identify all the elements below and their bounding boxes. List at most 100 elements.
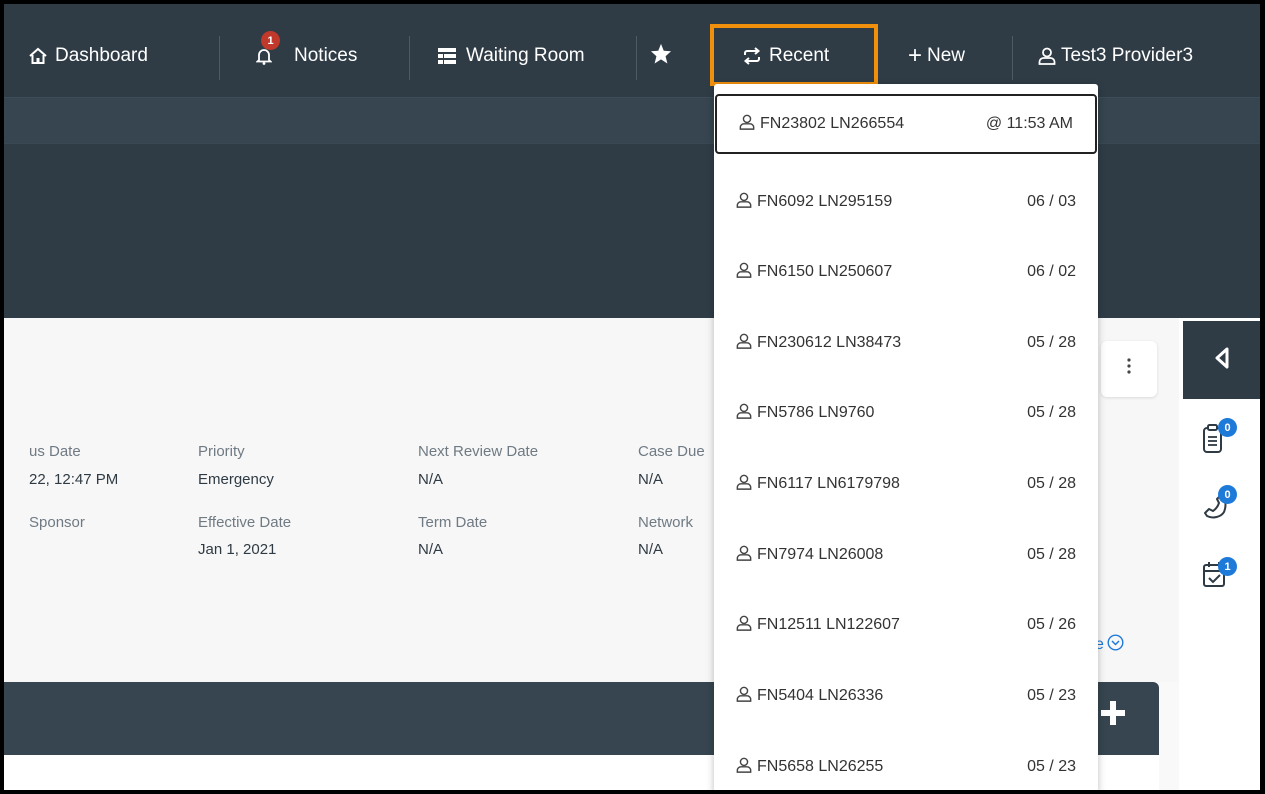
recent-member-name-group: FN6092 LN295159 <box>736 192 892 213</box>
recent-member-time: 05 / 23 <box>1027 758 1076 775</box>
recent-member-time: 05 / 28 <box>1027 404 1076 421</box>
star-icon <box>650 43 672 70</box>
nav-divider <box>219 36 220 80</box>
screenshot-frame: Dashboard 1 Notices Waiting Room Recent … <box>0 0 1265 794</box>
recent-member-time: 05 / 26 <box>1027 616 1076 633</box>
recent-member-name: FN7974 LN26008 <box>757 546 884 563</box>
app-screen: Dashboard 1 Notices Waiting Room Recent … <box>4 4 1260 790</box>
recent-member-time: 06 / 03 <box>1027 193 1076 210</box>
recent-member-item[interactable]: FN5786 LN9760 05 / 28 <box>714 383 1098 443</box>
recent-member-name-group: FN6150 LN250607 <box>736 262 892 283</box>
user-icon <box>736 757 757 778</box>
recent-member-name-group: FN5658 LN26255 <box>736 757 883 778</box>
user-icon <box>736 262 757 283</box>
plus-icon <box>1100 696 1126 734</box>
collapse-rail-button[interactable] <box>1183 321 1260 399</box>
nav-notices-label: Notices <box>294 45 358 66</box>
user-icon <box>739 114 760 135</box>
case-due-label: Case Due <box>638 443 705 460</box>
status-date-value: 22, 12:47 PM <box>29 471 119 488</box>
nav-user-menu[interactable]: Test3 Provider3 <box>1038 34 1193 78</box>
calendar-check-icon <box>1199 562 1235 596</box>
table-icon <box>438 48 456 64</box>
nav-new-label: New <box>927 45 966 66</box>
next-review-date-label: Next Review Date <box>418 443 539 460</box>
recent-member-name: FN5404 LN26336 <box>757 687 884 704</box>
recent-dropdown-menu: FN23802 LN266554 @ 11:53 AM FN6092 LN29515… <box>714 84 1098 790</box>
nav-new[interactable]: + New <box>908 34 965 78</box>
next-review-date-value: N/A <box>418 471 444 488</box>
recent-member-name: FN23802 LN266554 <box>760 115 905 132</box>
plus-icon: + <box>908 42 923 69</box>
calls-rail-button[interactable]: 0 <box>1199 484 1237 524</box>
effective-date-value: Jan 1, 2021 <box>198 541 277 558</box>
clipboard-icon <box>1199 424 1235 461</box>
more-options-button[interactable] <box>1101 341 1157 397</box>
nav-divider <box>636 36 637 80</box>
recent-member-name: FN5658 LN26255 <box>757 758 884 775</box>
recent-member-name-group: FN5404 LN26336 <box>736 686 883 707</box>
nav-dashboard-label: Dashboard <box>55 45 148 66</box>
recent-member-time: 05 / 28 <box>1027 546 1076 563</box>
nav-user-label: Test3 Provider3 <box>1061 45 1194 66</box>
priority-value: Emergency <box>198 471 274 488</box>
notes-badge: 0 <box>1218 418 1237 437</box>
notes-rail-button[interactable]: 0 <box>1199 417 1237 457</box>
user-icon <box>1038 47 1056 65</box>
caret-left-icon <box>1214 347 1230 374</box>
chevron-down-circle-icon <box>1107 634 1124 656</box>
tasks-rail-button[interactable]: 1 <box>1199 552 1237 592</box>
nav-dashboard[interactable]: Dashboard <box>28 34 148 78</box>
show-more-link[interactable]: e <box>1095 634 1124 656</box>
favorites-star[interactable] <box>650 34 672 78</box>
calls-badge: 0 <box>1218 485 1237 504</box>
recent-member-item[interactable]: FN6150 LN250607 06 / 02 <box>714 242 1098 302</box>
recent-member-name: FN230612 LN38473 <box>757 334 902 351</box>
recent-member-item[interactable]: FN5658 LN26255 05 / 23 <box>714 737 1098 790</box>
user-icon <box>736 403 757 424</box>
nav-waiting-room[interactable]: Waiting Room <box>438 34 585 78</box>
recent-member-name: FN12511 LN122607 <box>757 616 900 633</box>
recent-member-time: 05 / 28 <box>1027 334 1076 351</box>
recent-member-name: FN5786 LN9760 <box>757 404 875 421</box>
home-icon <box>28 47 48 65</box>
recent-member-time: @ 11:53 AM <box>985 115 1073 132</box>
recent-member-time: 05 / 23 <box>1027 687 1076 704</box>
recent-member-name-group: FN7974 LN26008 <box>736 545 883 566</box>
recent-member-item[interactable]: FN6117 LN6179798 05 / 28 <box>714 454 1098 514</box>
phone-icon <box>1199 494 1235 528</box>
nav-notices[interactable]: 1 Notices <box>256 31 358 78</box>
recent-member-name: FN6092 LN295159 <box>757 193 893 210</box>
sponsor-label: Sponsor <box>29 514 85 531</box>
user-icon <box>736 615 757 636</box>
status-date-label: us Date <box>29 443 81 460</box>
effective-date-label: Effective Date <box>198 514 292 531</box>
recent-member-item[interactable]: FN23802 LN266554 @ 11:53 AM <box>715 94 1097 154</box>
recent-member-name-group: FN12511 LN122607 <box>736 615 900 636</box>
recent-member-item[interactable]: FN12511 LN122607 05 / 26 <box>714 595 1098 655</box>
network-value: N/A <box>638 541 664 558</box>
nav-divider <box>1012 36 1013 80</box>
recent-member-item[interactable]: FN7974 LN26008 05 / 28 <box>714 525 1098 585</box>
recent-highlight-box <box>710 24 878 86</box>
recent-member-item[interactable]: FN5404 LN26336 05 / 23 <box>714 666 1098 726</box>
notices-badge: 1 <box>261 31 280 50</box>
recent-member-item[interactable]: FN230612 LN38473 05 / 28 <box>714 313 1098 373</box>
recent-member-time: 05 / 28 <box>1027 475 1076 492</box>
recent-member-name-group: FN6117 LN6179798 <box>736 474 900 495</box>
tasks-badge: 1 <box>1218 557 1237 576</box>
nav-waiting-room-label: Waiting Room <box>466 45 585 66</box>
user-icon <box>736 474 757 495</box>
network-label: Network <box>638 514 694 531</box>
recent-member-name-group: FN5786 LN9760 <box>736 403 874 424</box>
recent-member-item[interactable]: FN6092 LN295159 06 / 03 <box>714 172 1098 232</box>
term-date-label: Term Date <box>418 514 488 531</box>
user-icon <box>736 686 757 707</box>
term-date-value: N/A <box>418 541 444 558</box>
recent-member-name-group: FN23802 LN266554 <box>739 114 904 135</box>
kebab-icon <box>1126 356 1132 382</box>
add-section-item-button[interactable] <box>1100 696 1126 735</box>
recent-member-name-group: FN230612 LN38473 <box>736 333 901 354</box>
recent-member-name: FN6150 LN250607 <box>757 263 893 280</box>
recent-member-name: FN6117 LN6179798 <box>757 475 900 492</box>
